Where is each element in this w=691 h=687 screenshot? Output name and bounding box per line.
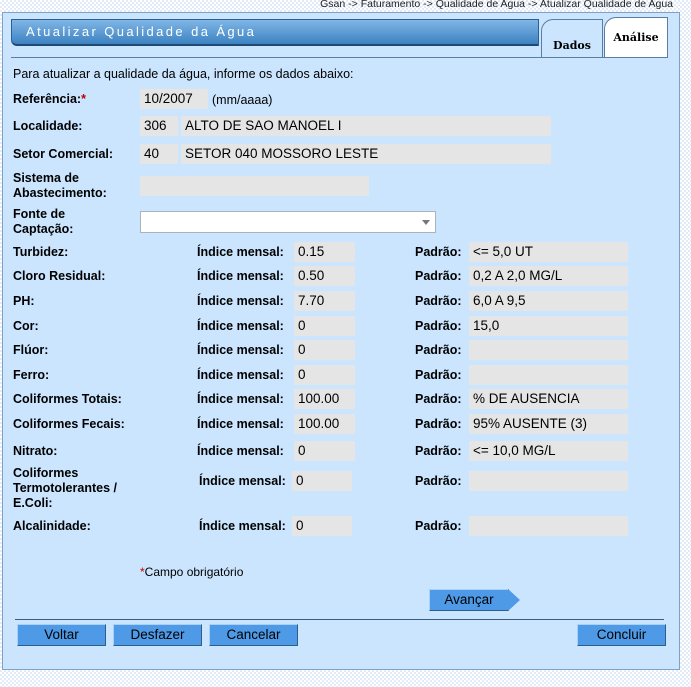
padrao-field: <= 5,0 UT: [469, 242, 628, 262]
padrao-label: Padrão:: [415, 417, 462, 431]
padrao-field: 6,0 A 9,5: [469, 291, 628, 311]
tab-analise[interactable]: Análise: [604, 17, 668, 58]
indice-mensal-input[interactable]: 7.70: [294, 291, 355, 311]
localidade-code-field: 306: [140, 116, 178, 136]
chevron-down-icon: [422, 220, 430, 225]
padrao-field: 0,2 A 2,0 MG/L: [469, 266, 628, 286]
setor-name-field: SETOR 040 MOSSORO LESTE: [181, 144, 551, 164]
indice-mensal-input[interactable]: 0: [292, 516, 352, 536]
required-mark: *: [81, 92, 86, 106]
setor-label: Setor Comercial:: [13, 147, 114, 161]
indice-mensal-label: Índice mensal:: [197, 269, 284, 283]
padrao-label: Padrão:: [415, 519, 462, 533]
padrao-label: Padrão:: [415, 319, 462, 333]
sistema-field: [140, 176, 369, 196]
indice-mensal-label: Índice mensal:: [197, 245, 284, 259]
padrao-field: 15,0: [469, 316, 628, 336]
desfazer-button[interactable]: Desfazer: [113, 624, 202, 646]
param-label: Coliformes Totais:: [13, 392, 122, 406]
indice-mensal-input[interactable]: 0: [294, 365, 355, 385]
indice-mensal-label: Índice mensal:: [197, 319, 284, 333]
indice-mensal-input[interactable]: 0: [294, 441, 355, 461]
required-note: *Campo obrigatório: [140, 565, 244, 579]
indice-mensal-input[interactable]: 0.50: [294, 266, 355, 286]
padrao-label: Padrão:: [415, 343, 462, 357]
param-label: Coliformes Termotolerantes / E.Coli:: [13, 466, 117, 510]
concluir-button[interactable]: Concluir: [577, 624, 666, 646]
indice-mensal-input[interactable]: 0: [294, 316, 355, 336]
param-label: Flúor:: [13, 343, 49, 357]
voltar-button[interactable]: Voltar: [17, 624, 106, 646]
param-label: Turbidez:: [13, 245, 69, 259]
sistema-label: Sistema de Abastecimento:: [13, 171, 107, 200]
padrao-field: [469, 340, 628, 360]
indice-mensal-label: Índice mensal:: [197, 368, 284, 382]
padrao-label: Padrão:: [415, 392, 462, 406]
indice-mensal-label: Índice mensal:: [197, 343, 284, 357]
indice-mensal-label: Índice mensal:: [197, 444, 284, 458]
padrao-label: Padrão:: [415, 294, 462, 308]
indice-mensal-input[interactable]: 0: [292, 471, 352, 491]
param-label: Coliformes Fecais:: [13, 417, 125, 431]
indice-mensal-input[interactable]: 0: [294, 340, 355, 360]
indice-mensal-label: Índice mensal:: [197, 392, 284, 406]
cancelar-button[interactable]: Cancelar: [209, 624, 298, 646]
intro-text: Para atualizar a qualidade da água, info…: [13, 67, 354, 81]
param-label: Nitrato:: [13, 444, 58, 458]
localidade-name-field: ALTO DE SAO MANOEL I: [181, 116, 551, 136]
referencia-label: Referência:*: [13, 92, 86, 106]
param-label: Cor:: [13, 319, 39, 333]
indice-mensal-label: Índice mensal:: [197, 417, 284, 431]
padrao-label: Padrão:: [415, 245, 462, 259]
page-header: Atualizar Qualidade da Água: [11, 19, 539, 46]
indice-mensal-label: Índice mensal:: [197, 294, 284, 308]
padrao-label: Padrão:: [415, 368, 462, 382]
padrao-label: Padrão:: [415, 269, 462, 283]
breadcrumb: Gsan -> Faturamento -> Qualidade de Agua…: [320, 0, 673, 10]
tab-divider: [11, 57, 667, 58]
setor-code-field: 40: [140, 144, 178, 164]
param-label: Alcalinidade:: [13, 519, 91, 533]
indice-mensal-input[interactable]: 100.00: [294, 389, 355, 409]
tab-dados[interactable]: Dados: [541, 19, 603, 58]
padrao-field: [469, 516, 628, 536]
padrao-label: Padrão:: [415, 474, 462, 488]
padrao-field: % DE AUSENCIA: [469, 389, 628, 409]
padrao-label: Padrão:: [415, 444, 462, 458]
page-title: Atualizar Qualidade da Água: [26, 24, 257, 39]
padrao-field: [469, 365, 628, 385]
main-panel: Atualizar Qualidade da Água Dados Anális…: [2, 12, 680, 670]
fonte-label: Fonte de Captação:: [13, 207, 74, 236]
indice-mensal-input[interactable]: 0.15: [294, 242, 355, 262]
avancar-button[interactable]: Avançar: [429, 589, 509, 611]
localidade-label: Localidade:: [13, 119, 83, 133]
arrow-right-icon[interactable]: [508, 589, 520, 611]
referencia-hint: (mm/aaaa): [212, 93, 273, 107]
footer-divider: [15, 619, 664, 620]
referencia-input[interactable]: 10/2007: [140, 89, 208, 109]
padrao-field: <= 10,0 MG/L: [469, 441, 628, 461]
padrao-field: [469, 471, 628, 491]
padrao-field: 95% AUSENTE (3): [469, 414, 628, 434]
fonte-select[interactable]: [140, 211, 436, 233]
param-label: PH:: [13, 294, 35, 308]
indice-mensal-input[interactable]: 100.00: [294, 414, 355, 434]
param-label: Cloro Residual:: [13, 269, 106, 283]
param-label: Ferro:: [13, 368, 50, 382]
tab-dados-label: Dados: [553, 39, 591, 52]
indice-mensal-label: Índice mensal:: [199, 519, 286, 533]
indice-mensal-label: Índice mensal:: [199, 474, 286, 488]
tab-analise-label: Análise: [613, 31, 659, 44]
